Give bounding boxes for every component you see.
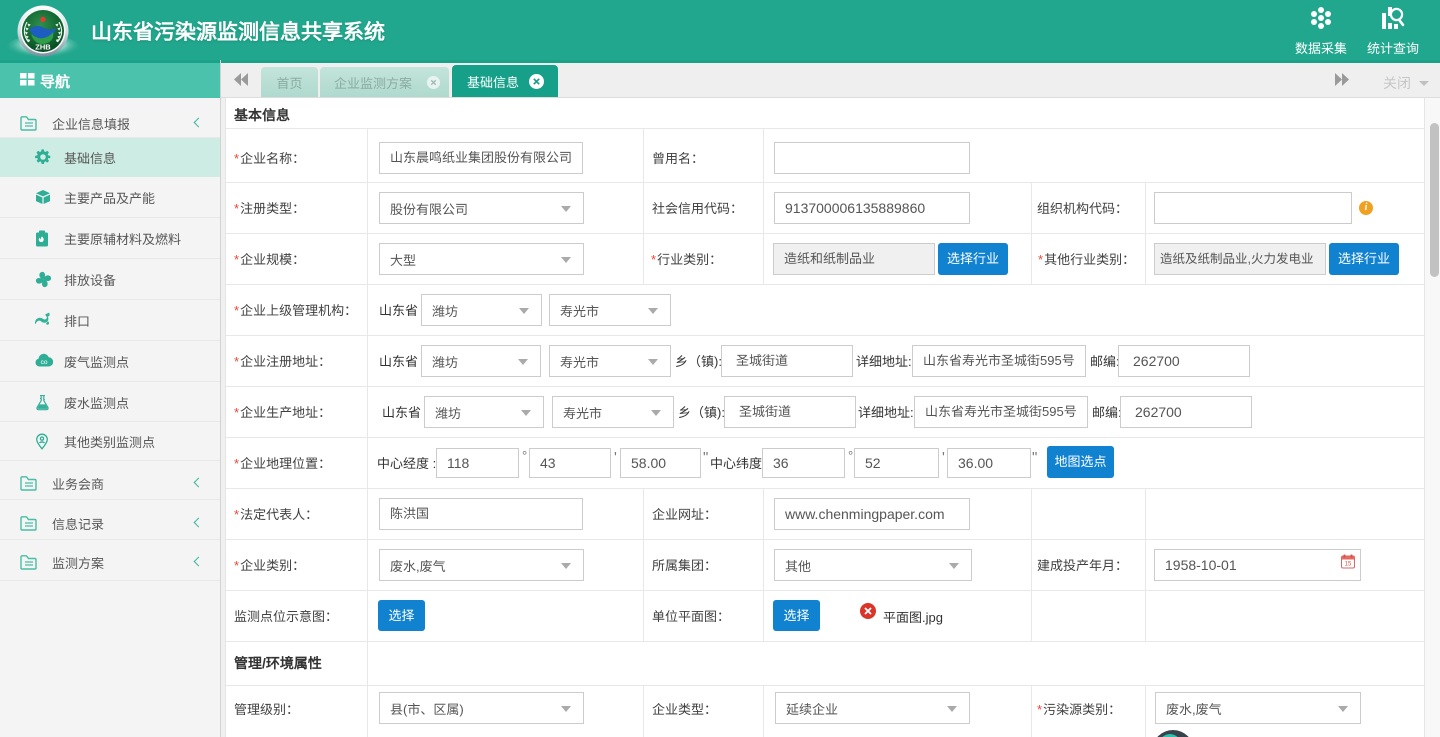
svg-text:co: co [41,359,48,366]
svg-text:15: 15 [1345,562,1352,568]
svg-text:ZHB: ZHB [35,43,51,52]
